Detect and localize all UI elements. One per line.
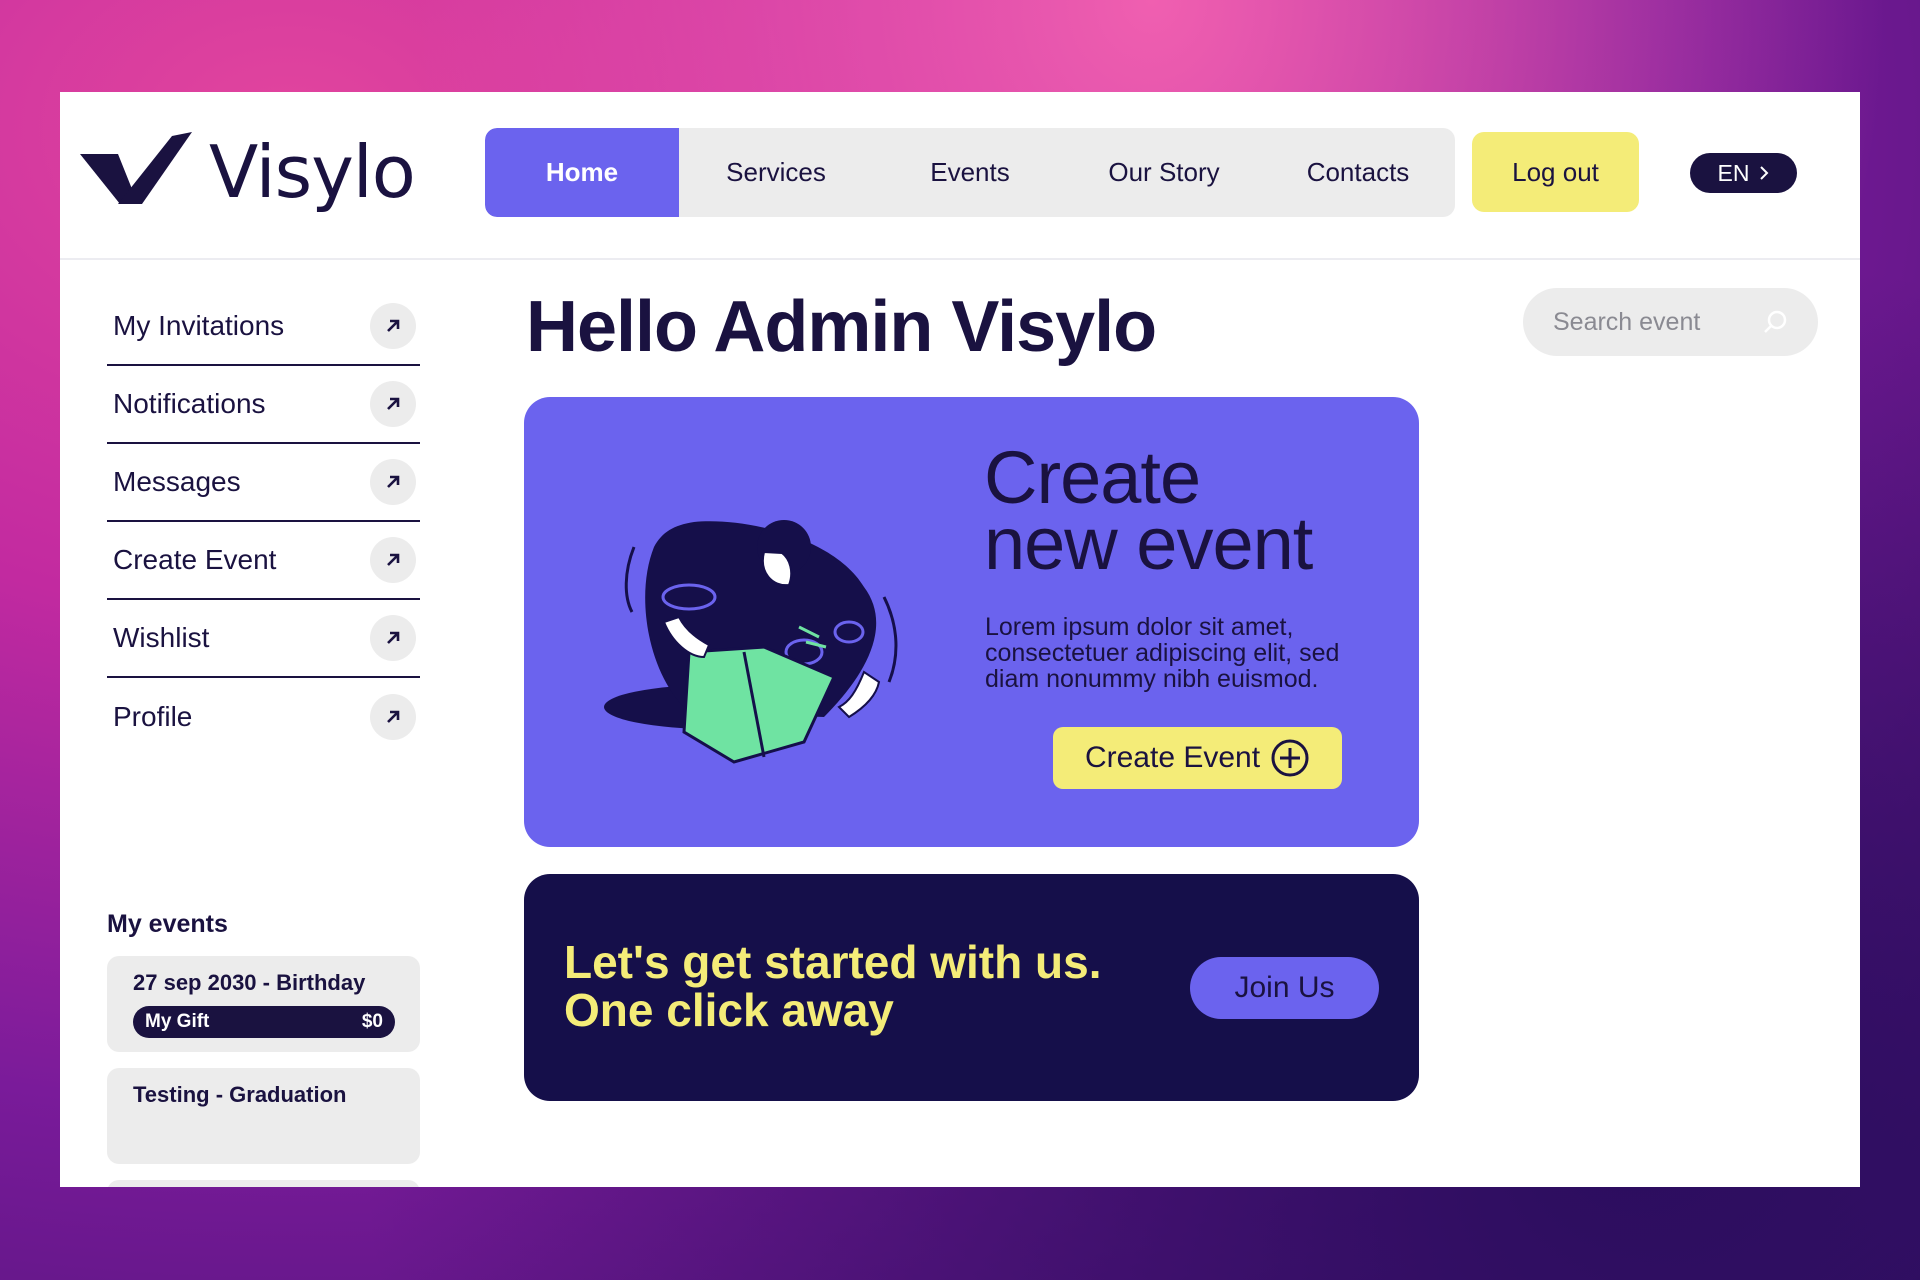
promo-line1: Let's get started with us. [564, 936, 1102, 988]
my-events-title: My events [107, 910, 228, 938]
sidebar-item-notifications[interactable]: Notifications [107, 366, 420, 444]
header: Visylo Home Services Events Our Story Co… [60, 92, 1860, 260]
event-card[interactable]: 27 sep 2030 - Birthday My Gift $0 [107, 956, 420, 1052]
search-input[interactable] [1553, 307, 1753, 337]
brand-logo[interactable]: Visylo [80, 122, 416, 222]
event-card[interactable] [107, 1180, 420, 1187]
search-box[interactable] [1523, 288, 1818, 356]
create-event-hero: Create new event Lorem ipsum dolor sit a… [524, 397, 1419, 847]
sidebar-item-label: My Invitations [113, 310, 285, 341]
gift-pill[interactable]: My Gift $0 [133, 1006, 395, 1038]
gift-amount: $0 [361, 1011, 383, 1032]
arrow-up-right-icon[interactable] [370, 303, 416, 349]
event-title: 27 sep 2030 - Birthday [133, 970, 366, 995]
v-check-icon [80, 132, 192, 204]
arrow-up-right-icon[interactable] [370, 381, 416, 427]
language-selector[interactable]: EN [1690, 153, 1797, 193]
nav-home[interactable]: Home [485, 128, 679, 217]
arrow-up-right-icon[interactable] [370, 537, 416, 583]
gift-label: My Gift [145, 1011, 210, 1032]
sidebar-item-my-invitations[interactable]: My Invitations [107, 288, 420, 366]
brand-name: Visylo [209, 130, 416, 214]
sidebar-item-label: Notifications [113, 388, 266, 419]
sidebar-item-create-event[interactable]: Create Event [107, 522, 420, 600]
create-event-button-label: Create Event [1084, 741, 1261, 774]
logout-button[interactable]: Log out [1472, 132, 1639, 212]
join-us-button[interactable]: Join Us [1190, 957, 1379, 1019]
app-window: Visylo Home Services Events Our Story Co… [60, 92, 1860, 1187]
event-title: Testing - Graduation [133, 1082, 347, 1107]
search-icon[interactable] [1762, 309, 1788, 335]
sidebar-item-wishlist[interactable]: Wishlist [107, 600, 420, 678]
create-event-button[interactable]: Create Event [1053, 727, 1342, 789]
plus-circle-icon [1271, 739, 1309, 777]
arrow-up-right-icon[interactable] [370, 615, 416, 661]
arrow-up-right-icon[interactable] [370, 459, 416, 505]
nav-our-story[interactable]: Our Story [1067, 128, 1261, 217]
main-nav: Home Services Events Our Story Contacts [485, 128, 1455, 217]
sidebar-item-messages[interactable]: Messages [107, 444, 420, 522]
sidebar-item-label: Profile [113, 701, 193, 732]
event-card[interactable]: Testing - Graduation [107, 1068, 420, 1164]
page-title: Hello Admin Visylo [526, 287, 1157, 367]
person-opening-box-illustration [604, 520, 898, 764]
sidebar-item-profile[interactable]: Profile [107, 678, 420, 756]
hero-description: Lorem ipsum dolor sit amet, consectetuer… [985, 613, 1340, 693]
sidebar-item-label: Messages [113, 466, 241, 497]
nav-contacts[interactable]: Contacts [1261, 128, 1455, 217]
sidebar-item-label: Wishlist [113, 622, 210, 653]
hero-title-line2: new event [984, 502, 1313, 585]
sidebar-item-label: Create Event [113, 544, 277, 575]
chevron-right-icon [1760, 166, 1769, 180]
promo-banner: Let's get started with us. One click awa… [524, 874, 1419, 1101]
nav-services[interactable]: Services [679, 128, 873, 217]
promo-line2: One click away [564, 984, 894, 1036]
language-label: EN [1717, 159, 1750, 186]
arrow-up-right-icon[interactable] [370, 694, 416, 740]
promo-text: Let's get started with us. One click awa… [564, 938, 1101, 1034]
sidebar-menu: My Invitations Notifications Messages Cr… [107, 288, 420, 756]
hero-title: Create new event [984, 441, 1404, 585]
nav-events[interactable]: Events [873, 128, 1067, 217]
